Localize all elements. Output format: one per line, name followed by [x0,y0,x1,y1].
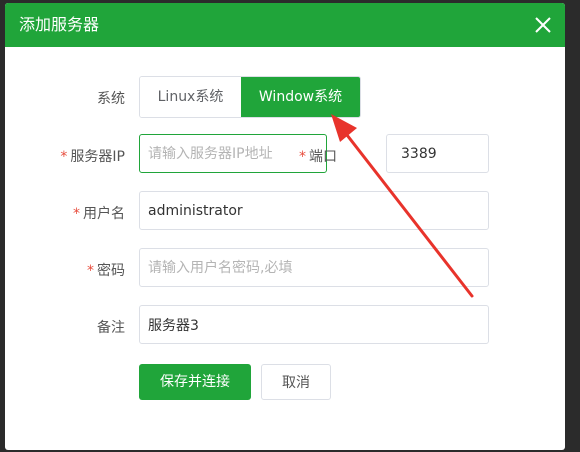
system-option-window[interactable]: Window系统 [241,77,360,117]
server-ip-label: * 服务器IP [60,149,125,165]
system-option-linux[interactable]: Linux系统 [140,77,241,117]
required-mark: * [73,206,80,222]
cancel-button[interactable]: 取消 [261,364,331,400]
password-label: * 密码 [87,263,125,279]
add-server-dialog: 添加服务器 系统 Linux系统 Window系统 *服务器IP *端口 *用户… [5,3,565,450]
system-label: 系统 [97,91,125,107]
remark-label: 备注 [97,320,125,336]
username-label: * 用户名 [73,206,125,222]
required-mark: * [60,149,68,165]
port-label: * 端口 [299,149,337,165]
required-mark: * [299,149,306,165]
dialog-header: 添加服务器 [5,3,565,47]
required-mark: * [87,263,94,279]
save-connect-button[interactable]: 保存并连接 [139,364,251,400]
close-icon[interactable] [533,15,553,35]
system-selector: Linux系统 Window系统 [139,76,361,118]
dialog-title: 添加服务器 [19,15,100,34]
port-input[interactable] [386,134,489,173]
password-input[interactable] [139,248,489,287]
remark-input[interactable] [139,305,489,344]
username-input[interactable] [139,191,489,230]
